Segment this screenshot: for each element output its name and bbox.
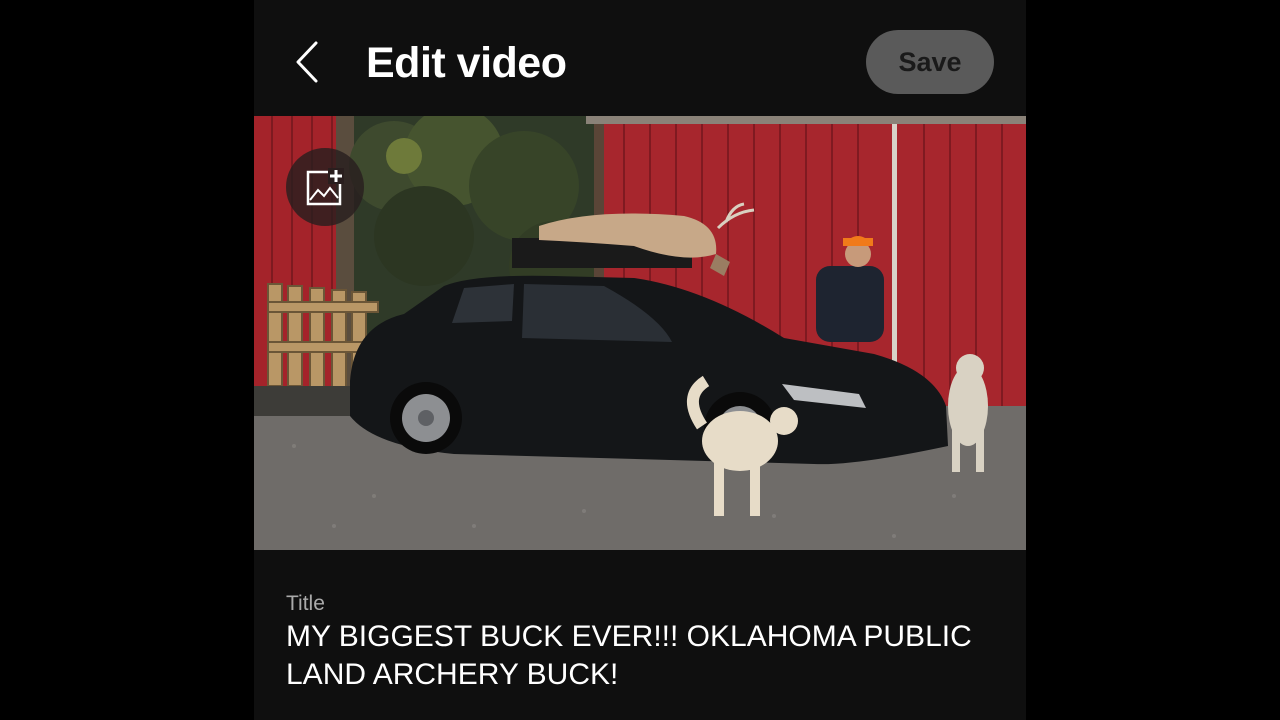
title-field[interactable]: MY BIGGEST BUCK EVER!!! OKLAHOMA PUBLIC …	[286, 618, 998, 694]
thumbnail-image	[254, 116, 1026, 550]
back-button[interactable]	[288, 38, 328, 86]
video-details: Title MY BIGGEST BUCK EVER!!! OKLAHOMA P…	[254, 550, 1026, 720]
chevron-left-icon	[296, 41, 318, 83]
edit-video-screen: Edit video Save Title MY BIGGEST BUCK EV…	[254, 0, 1026, 720]
title-field-label: Title	[286, 592, 325, 615]
save-button[interactable]: Save	[866, 30, 994, 94]
video-thumbnail[interactable]	[254, 116, 1026, 550]
edit-thumbnail-button[interactable]	[286, 148, 364, 226]
add-image-icon	[306, 168, 344, 206]
page-title: Edit video	[366, 39, 567, 87]
top-app-bar: Edit video Save	[254, 0, 1026, 116]
